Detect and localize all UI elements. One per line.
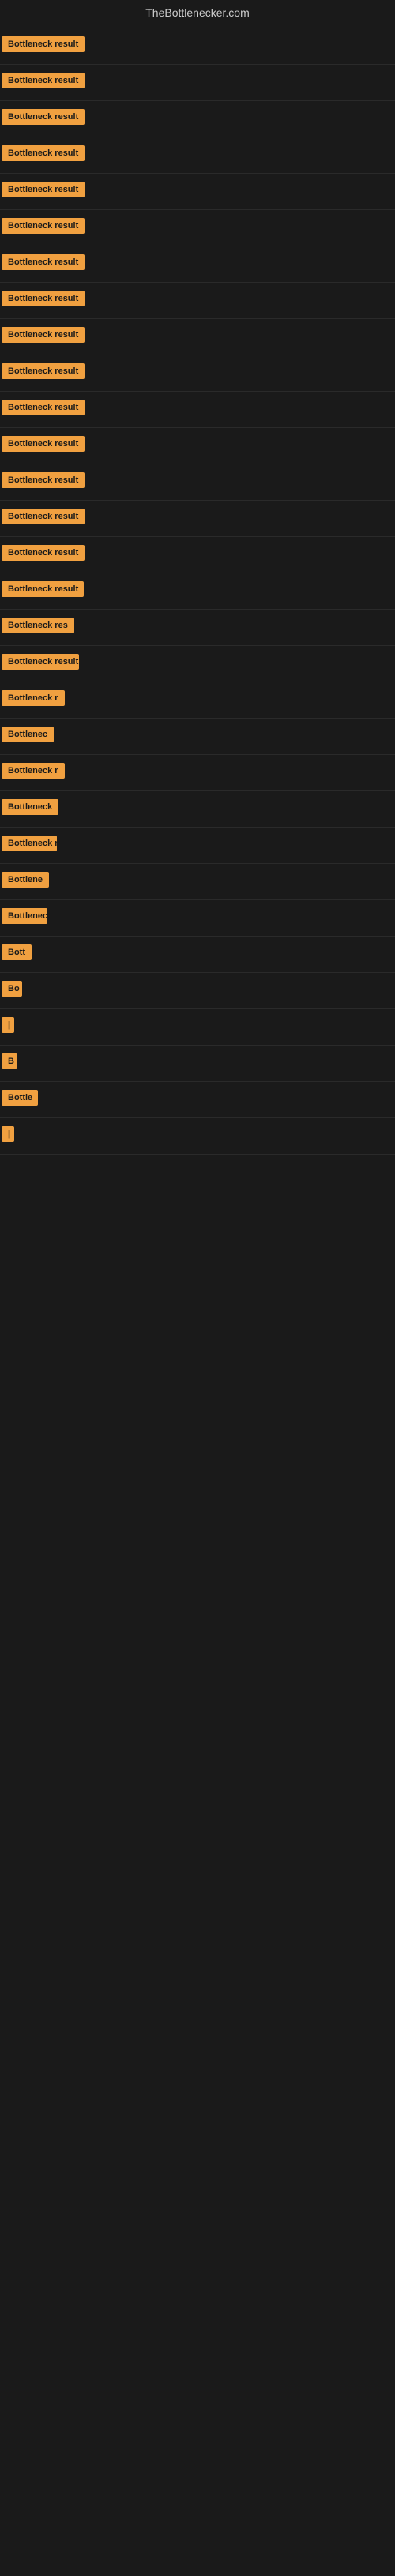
bottleneck-badge: Bottleneck result [2, 182, 85, 197]
bottleneck-badge: Bott [2, 944, 32, 960]
list-item: B [0, 1046, 395, 1082]
list-item: Bottleneck result [0, 646, 395, 682]
bottleneck-badge: Bo [2, 981, 22, 997]
main-content: Bottleneck result Bottleneck result Bottle… [0, 28, 395, 1155]
list-item: Bottleneck result [0, 464, 395, 501]
bottleneck-badge: Bottleneck result [2, 291, 85, 306]
bottleneck-badge: Bottleneck r [2, 908, 47, 924]
list-item: Bottleneck res [0, 610, 395, 646]
list-item: | [0, 1009, 395, 1046]
bottleneck-badge: Bottleneck result [2, 254, 85, 270]
list-item: Bottleneck result [0, 65, 395, 101]
bottleneck-badge: | [2, 1126, 14, 1142]
list-item: Bottleneck result [0, 573, 395, 610]
list-item: Bottlenec [0, 719, 395, 755]
list-item: Bott [0, 937, 395, 973]
list-item: Bottleneck result [0, 101, 395, 137]
bottleneck-badge: Bottleneck result [2, 218, 85, 234]
list-item: Bottleneck result [0, 28, 395, 65]
list-item: Bottlene [0, 864, 395, 900]
list-item: Bottle [0, 1082, 395, 1118]
bottleneck-badge: Bottleneck result [2, 145, 85, 161]
bottleneck-badge: Bottleneck result [2, 36, 85, 52]
bottleneck-badge: Bottleneck result [2, 363, 85, 379]
list-item: Bottleneck res [0, 828, 395, 864]
bottleneck-badge: Bottleneck result [2, 545, 85, 561]
bottleneck-badge: Bottleneck result [2, 472, 85, 488]
bottleneck-badge: Bottleneck res [2, 618, 74, 633]
bottleneck-badge: Bottleneck r [2, 690, 65, 706]
bottleneck-badge: Bottlenec [2, 727, 54, 742]
bottleneck-badge: Bottleneck [2, 799, 58, 815]
list-item: Bottleneck result [0, 392, 395, 428]
list-item: Bottleneck result [0, 319, 395, 355]
bottleneck-badge: Bottleneck r [2, 763, 65, 779]
bottleneck-badge: Bottleneck result [2, 436, 85, 452]
bottleneck-badge: Bottleneck res [2, 836, 57, 851]
bottleneck-badge: Bottleneck result [2, 509, 85, 524]
list-item: Bottleneck result [0, 246, 395, 283]
bottleneck-badge: Bottle [2, 1090, 38, 1106]
list-item: Bottleneck r [0, 682, 395, 719]
bottleneck-badge: Bottleneck result [2, 327, 85, 343]
bottleneck-badge: | [2, 1017, 14, 1033]
bottleneck-badge: Bottlene [2, 872, 49, 888]
list-item: Bottleneck result [0, 501, 395, 537]
list-item: Bottleneck r [0, 900, 395, 937]
list-item: Bo [0, 973, 395, 1009]
bottleneck-badge: Bottleneck result [2, 581, 84, 597]
list-item: Bottleneck [0, 791, 395, 828]
bottleneck-badge: Bottleneck result [2, 654, 79, 670]
site-title: TheBottlenecker.com [0, 0, 395, 28]
list-item: Bottleneck result [0, 537, 395, 573]
list-item: | [0, 1118, 395, 1155]
header-title: TheBottlenecker.com [145, 6, 250, 19]
list-item: Bottleneck result [0, 137, 395, 174]
list-item: Bottleneck result [0, 283, 395, 319]
list-item: Bottleneck result [0, 428, 395, 464]
bottleneck-badge: Bottleneck result [2, 400, 85, 415]
list-item: Bottleneck result [0, 174, 395, 210]
list-item: Bottleneck result [0, 210, 395, 246]
bottleneck-badge: Bottleneck result [2, 73, 85, 88]
bottleneck-badge: Bottleneck result [2, 109, 85, 125]
bottleneck-badge: B [2, 1053, 17, 1069]
list-item: Bottleneck result [0, 355, 395, 392]
list-item: Bottleneck r [0, 755, 395, 791]
